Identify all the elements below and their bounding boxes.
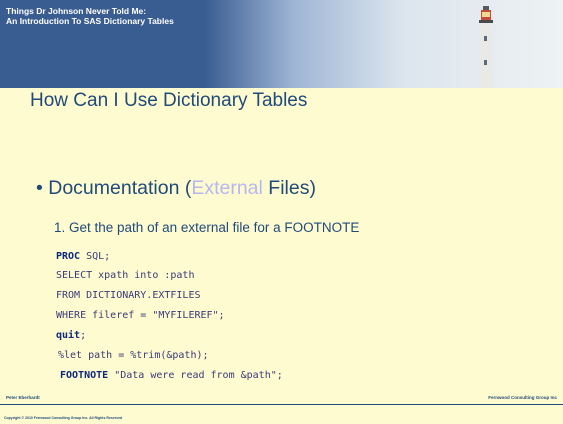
slide: Things Dr Johnson Never Told Me: An Intr… [0, 0, 563, 424]
header-sky-image [205, 0, 563, 88]
bullet-dot: • [36, 177, 49, 199]
code-text: SQL; [80, 251, 111, 262]
bullet-documentation: • Documentation (External Files) [36, 177, 316, 200]
code-line-4: WHERE fileref = "MYFILEREF"; [56, 310, 225, 321]
bullet-suffix: Files) [262, 177, 316, 199]
code-line-5: quit; [56, 330, 86, 341]
lighthouse-icon [479, 6, 493, 88]
bullet-prefix: Documentation ( [48, 177, 192, 199]
code-text: FROM DICTIONARY.EXTFILES [56, 290, 201, 301]
external-link[interactable]: External [191, 177, 263, 199]
code-keyword: FOOTNOTE [60, 370, 109, 381]
slide-title: How Can I Use Dictionary Tables [30, 90, 308, 111]
code-keyword: PROC [56, 251, 81, 262]
code-keyword: quit [56, 330, 81, 341]
code-text: SELECT xpath into :path [56, 270, 195, 281]
code-text: ; [80, 330, 87, 341]
footer-company: Fernwood Consulting Group Inc [488, 395, 557, 400]
code-text: %let path = %trim(&path); [58, 350, 209, 361]
code-text: "Data were read from &path"; [108, 370, 283, 381]
header-title-line2: An Introduction To SAS Dictionary Tables [6, 16, 174, 26]
code-line-3: FROM DICTIONARY.EXTFILES [56, 290, 201, 301]
numbered-item: 1. Get the path of an external file for … [54, 220, 360, 235]
copyright-notice: Copyright © 2010 Fernwood Consulting Gro… [4, 416, 123, 420]
code-line-6: %let path = %trim(&path); [58, 350, 209, 361]
header-title: Things Dr Johnson Never Told Me: An Intr… [6, 6, 174, 26]
header-title-line1: Things Dr Johnson Never Told Me: [6, 6, 147, 16]
code-line-1: PROC SQL; [56, 251, 110, 262]
footer-author: Peter Eberhardt [6, 395, 40, 400]
code-text: WHERE fileref = "MYFILEREF"; [56, 310, 225, 321]
footer-divider [0, 404, 563, 405]
header-banner: Things Dr Johnson Never Told Me: An Intr… [0, 0, 563, 88]
code-line-7: FOOTNOTE "Data were read from &path"; [60, 370, 283, 381]
code-line-2: SELECT xpath into :path [56, 270, 194, 281]
